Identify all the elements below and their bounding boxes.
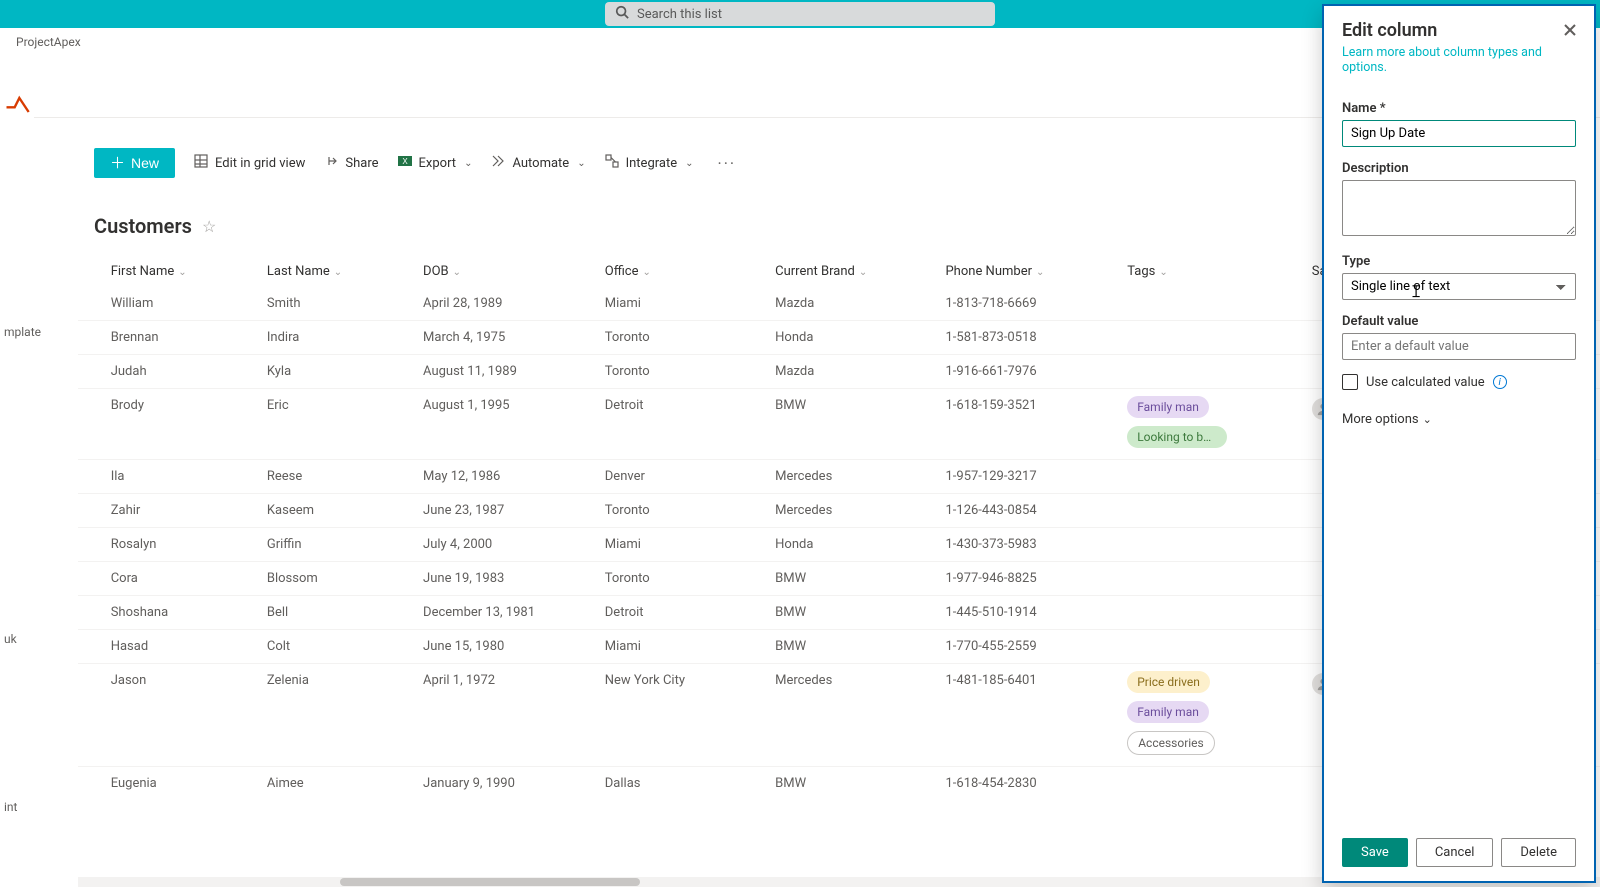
chevron-down-icon: ⌄ <box>685 158 693 169</box>
close-button[interactable] <box>1560 20 1580 40</box>
search-icon <box>615 5 629 23</box>
more-commands-button[interactable]: ··· <box>712 154 743 173</box>
panel-title: Edit column <box>1342 20 1576 41</box>
svg-text:X: X <box>402 157 408 166</box>
name-input[interactable] <box>1342 120 1576 147</box>
col-phone[interactable]: Phone Number⌄ <box>935 256 1117 287</box>
name-label: Name * <box>1342 101 1576 116</box>
tag-pill: Looking to buy s... <box>1127 426 1227 448</box>
col-brand[interactable]: Current Brand⌄ <box>765 256 935 287</box>
export-button[interactable]: X Export ⌄ <box>397 153 473 173</box>
chevron-down-icon: ⌄ <box>577 158 585 169</box>
more-options-toggle[interactable]: More options ⌄ <box>1342 412 1432 427</box>
share-icon <box>323 153 339 173</box>
integrate-icon <box>604 153 620 173</box>
save-button[interactable]: Save <box>1342 838 1408 867</box>
new-button[interactable]: ＋ New <box>94 148 175 178</box>
breadcrumb[interactable]: ProjectApex <box>16 35 81 49</box>
scrollbar-thumb[interactable] <box>340 878 640 886</box>
search-box[interactable]: Search this list <box>605 2 995 26</box>
col-office[interactable]: Office⌄ <box>595 256 765 287</box>
grid-icon <box>193 153 209 173</box>
chevron-down-icon: ⌄ <box>1423 413 1432 426</box>
use-calculated-checkbox[interactable] <box>1342 374 1358 390</box>
tag-pill: Accessories <box>1127 731 1215 755</box>
tag-pill: Family man <box>1127 701 1209 723</box>
description-input[interactable] <box>1342 180 1576 236</box>
col-first-name[interactable]: First Name⌄ <box>101 256 257 287</box>
type-label: Type <box>1342 254 1576 269</box>
default-value-label: Default value <box>1342 314 1576 329</box>
search-placeholder: Search this list <box>637 7 722 22</box>
flow-icon <box>490 153 506 173</box>
col-last-name[interactable]: Last Name⌄ <box>257 256 413 287</box>
automate-button[interactable]: Automate ⌄ <box>490 153 585 173</box>
favorite-toggle[interactable]: ☆ <box>202 217 216 236</box>
info-icon[interactable]: i <box>1493 375 1507 389</box>
delete-button[interactable]: Delete <box>1501 838 1576 867</box>
site-logo <box>0 88 34 122</box>
edit-column-panel: Edit column Learn more about column type… <box>1322 4 1596 883</box>
type-select[interactable]: Single line of text <box>1342 273 1576 300</box>
col-tags[interactable]: Tags⌄ <box>1117 256 1302 287</box>
excel-icon: X <box>397 153 413 173</box>
default-value-input[interactable] <box>1342 333 1576 360</box>
cancel-button[interactable]: Cancel <box>1416 838 1494 867</box>
tag-pill: Price driven <box>1127 671 1210 693</box>
share-button[interactable]: Share <box>323 153 378 173</box>
learn-more-link[interactable]: Learn more about column types and option… <box>1342 45 1576 75</box>
description-label: Description <box>1342 161 1576 176</box>
use-calculated-label: Use calculated value <box>1366 375 1485 390</box>
plus-icon: ＋ <box>110 156 125 171</box>
chevron-down-icon: ⌄ <box>464 158 472 169</box>
list-title: Customers <box>94 214 192 238</box>
tag-pill: Family man <box>1127 396 1209 418</box>
edit-in-grid-button[interactable]: Edit in grid view <box>193 153 305 173</box>
col-dob[interactable]: DOB⌄ <box>413 256 595 287</box>
left-nav-partial: mplate uk int <box>0 320 41 344</box>
integrate-button[interactable]: Integrate ⌄ <box>604 153 694 173</box>
